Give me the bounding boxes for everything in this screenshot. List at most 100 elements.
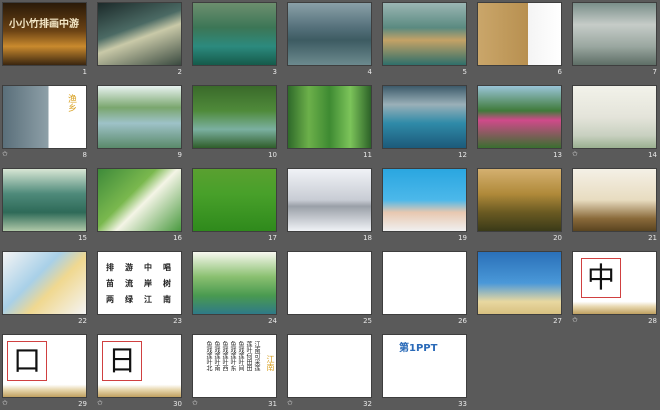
word-character: 苗 <box>106 278 114 288</box>
slide-thumbnail-30[interactable]: 日 <box>97 334 182 398</box>
slide-thumbnail-9[interactable] <box>97 85 182 149</box>
slide-thumbnail-22[interactable] <box>2 251 87 315</box>
slide-title: 渔乡 <box>66 94 76 112</box>
poem-column: 莲叶何田田 <box>245 341 252 371</box>
slide-thumbnail-29[interactable]: 口 <box>2 334 87 398</box>
slide-number: 14 <box>648 151 657 159</box>
slide-thumbnail-5[interactable] <box>382 2 467 66</box>
slide-number: 12 <box>458 151 467 159</box>
poem-column: 鱼戏莲叶北 <box>205 341 212 371</box>
slide-thumbnail-14[interactable] <box>572 85 657 149</box>
slide-number: 27 <box>553 317 562 325</box>
slide-number: 32 <box>363 400 372 408</box>
slide-number: 5 <box>462 68 467 76</box>
slide-number: 22 <box>78 317 87 325</box>
slide-number: 20 <box>553 234 562 242</box>
slide-number: 6 <box>557 68 562 76</box>
slide-thumbnail-13[interactable] <box>477 85 562 149</box>
poem-column: 鱼戏莲叶西 <box>221 341 228 371</box>
word-character: 排 <box>106 262 114 272</box>
word-character: 中 <box>144 262 152 272</box>
slide-thumbnail-24[interactable] <box>192 251 277 315</box>
slide-thumbnail-26[interactable] <box>382 251 467 315</box>
slide-number: 25 <box>363 317 372 325</box>
word-character: 游 <box>125 262 133 272</box>
slide-thumbnail-15[interactable] <box>2 168 87 232</box>
slide-thumbnail-16[interactable] <box>97 168 182 232</box>
slide-number: 18 <box>363 234 372 242</box>
slide-number: 10 <box>268 151 277 159</box>
star-icon[interactable]: ✩ <box>572 316 578 324</box>
slide-thumbnail-32[interactable] <box>287 334 372 398</box>
slide-thumbnail-6[interactable] <box>477 2 562 66</box>
slide-thumbnail-18[interactable] <box>287 168 372 232</box>
slide-title: 小小竹排画中游 <box>9 19 79 30</box>
grid-character: 口 <box>12 344 41 377</box>
slide-thumbnail-25[interactable] <box>287 251 372 315</box>
slide-number: 8 <box>82 151 87 159</box>
slide-number: 2 <box>177 68 182 76</box>
star-icon[interactable]: ✩ <box>97 399 103 407</box>
slide-number: 7 <box>652 68 657 76</box>
brand-logo: 第1PPT <box>399 343 438 354</box>
slide-thumbnail-23[interactable]: 排 游 中 唱苗 流 岸 树两 绿 江 南 <box>97 251 182 315</box>
star-icon[interactable]: ✩ <box>287 399 293 407</box>
slide-number: 26 <box>458 317 467 325</box>
slide-thumbnail-28[interactable]: 中 <box>572 251 657 315</box>
slide-thumbnail-1[interactable]: 小小竹排画中游 <box>2 2 87 66</box>
slide-thumbnail-27[interactable] <box>477 251 562 315</box>
slide-thumbnail-11[interactable] <box>287 85 372 149</box>
slide-number: 9 <box>177 151 182 159</box>
slide-number: 24 <box>268 317 277 325</box>
slide-number: 28 <box>648 317 657 325</box>
slide-number: 3 <box>272 68 277 76</box>
writing-grid: 中 <box>581 258 621 298</box>
grid-character: 中 <box>586 261 615 294</box>
star-icon[interactable]: ✩ <box>2 150 8 158</box>
slide-thumbnail-4[interactable] <box>287 2 372 66</box>
slide-thumbnail-20[interactable] <box>477 168 562 232</box>
grid-character: 日 <box>107 344 136 377</box>
slide-thumbnail-31[interactable]: 江南可采莲 莲叶何田田 鱼戏莲叶间 鱼戏莲叶东 鱼戏莲叶西 鱼戏莲叶南 鱼戏莲叶北 江南 <box>192 334 277 398</box>
slide-number: 1 <box>82 68 87 76</box>
slide-number: 15 <box>78 234 87 242</box>
poem-column: 鱼戏莲叶间 <box>237 341 244 371</box>
slide-number: 23 <box>173 317 182 325</box>
word-character: 绿 <box>125 294 133 304</box>
slide-thumbnail-2[interactable] <box>97 2 182 66</box>
slide-thumbnail-8[interactable]: 渔乡 <box>2 85 87 149</box>
writing-grid: 口 <box>7 341 47 381</box>
word-character: 流 <box>125 278 133 288</box>
star-icon[interactable]: ✩ <box>572 150 578 158</box>
poem-column: 江南可采莲 <box>253 341 260 371</box>
slide-number: 30 <box>173 400 182 408</box>
word-character: 岸 <box>144 278 152 288</box>
slide-thumbnail-3[interactable] <box>192 2 277 66</box>
word-character: 江 <box>144 294 152 304</box>
word-character: 树 <box>163 278 171 288</box>
slide-thumbnail-7[interactable] <box>572 2 657 66</box>
star-icon[interactable]: ✩ <box>2 399 8 407</box>
slide-thumbnail-21[interactable] <box>572 168 657 232</box>
slide-number: 31 <box>268 400 277 408</box>
slide-number: 29 <box>78 400 87 408</box>
writing-grid: 日 <box>102 341 142 381</box>
slide-thumbnail-33[interactable]: 第1PPT <box>382 334 467 398</box>
slide-sorter: 小小竹排画中游 1 2 3 4 5 6 7 渔乡 8 ✩ 9 10 11 12 13 14 ✩ 15 16 17 18 19… <box>0 0 660 410</box>
slide-number: 16 <box>173 234 182 242</box>
poem-column: 鱼戏莲叶东 <box>229 341 236 371</box>
slide-thumbnail-12[interactable] <box>382 85 467 149</box>
slide-number: 11 <box>363 151 372 159</box>
slide-number: 33 <box>458 400 467 408</box>
slide-thumbnail-10[interactable] <box>192 85 277 149</box>
star-icon[interactable]: ✩ <box>192 399 198 407</box>
poem-column: 鱼戏莲叶南 <box>213 341 220 371</box>
slide-thumbnail-17[interactable] <box>192 168 277 232</box>
slide-number: 4 <box>367 68 372 76</box>
slide-thumbnail-19[interactable] <box>382 168 467 232</box>
word-character: 南 <box>163 294 171 304</box>
word-character: 两 <box>106 294 114 304</box>
poem-title: 江南 <box>266 355 275 371</box>
slide-number: 17 <box>268 234 277 242</box>
slide-number: 21 <box>648 234 657 242</box>
